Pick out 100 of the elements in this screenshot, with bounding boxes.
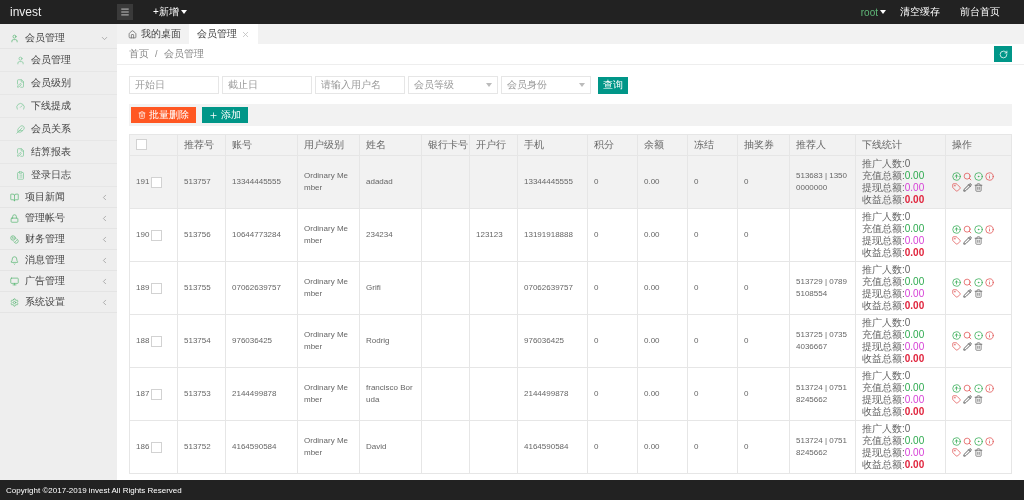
row-checkbox[interactable] [151,282,163,294]
delete-icon [974,183,983,192]
stat-line: 收益总额:0.00 [862,194,926,206]
menu-button[interactable] [117,4,133,20]
dot-circle-icon [974,331,983,340]
table-cell: 0 [594,177,599,186]
stat-line: 推广人数:0 [862,158,912,170]
edit-icon [963,448,972,457]
table-cell: 07062639757 [232,283,281,292]
search-icon [963,437,972,446]
chevron-left-icon [100,234,109,244]
trash-icon [138,111,146,119]
plus-icon [209,110,218,120]
stat-line: 收益总额:0.00 [862,300,926,312]
search-icon [963,225,972,234]
table-cell: 0.00 [644,389,660,398]
tag-icon [952,342,961,351]
stat-line: 推广人数:0 [862,264,912,276]
table-cell: 0.00 [644,442,660,451]
table-cell: 0 [594,442,599,451]
tag-icon [952,448,961,457]
table-cell: David [366,442,387,451]
search-button[interactable]: 查询 [598,76,628,94]
row-checkbox[interactable] [151,441,163,453]
table-cell: 0 [594,389,599,398]
select-all-checkbox[interactable] [136,138,147,150]
column-header: 开户行 [469,134,518,156]
table-cell: Ordinary Member [304,330,348,351]
stat-line: 提现总额:0.00 [862,182,926,194]
tag-icon [952,236,961,245]
stat-line: 充值总额:0.00 [862,170,926,182]
dot-circle-icon [974,172,983,181]
table-cell: 2144499878 [524,389,569,398]
refresh-button[interactable] [994,46,1012,62]
stat-line: 提现总额:0.00 [862,394,926,406]
info-icon [985,331,994,340]
table-cell: Ordinary Member [304,171,348,192]
chevron-left-icon [100,255,109,265]
column-header: 下线统计 [855,134,946,156]
dot-circle-icon [974,437,983,446]
dot-circle-icon [974,384,983,393]
stat-line: 充值总额:0.00 [862,329,926,341]
arrow-up-icon [952,278,961,287]
table-cell: Ordinary Member [304,383,348,404]
delete-icon [974,289,983,298]
row-checkbox[interactable] [151,176,163,188]
row-id: 191 [136,176,150,188]
column-header: 操作 [945,134,1012,156]
search-icon [963,331,972,340]
row-checkbox[interactable] [151,335,163,347]
row-checkbox[interactable] [151,388,163,400]
dot-circle-icon [974,225,983,234]
footer-text: Copyright ©2017-2019 invest All Rights Reserved [0,480,1024,500]
caret-down-icon [180,10,187,14]
new-menu[interactable]: +新增 [153,5,187,19]
header-link[interactable]: 清空缓存 [900,5,940,19]
table-cell: 13191918888 [524,230,573,239]
table-cell: Ordinary Member [304,436,348,457]
stat-line: 充值总额:0.00 [862,382,926,394]
stat-line: 推广人数:0 [862,423,912,435]
add-button[interactable]: 添加 [202,107,248,123]
info-icon [985,172,994,181]
page-tab[interactable]: 会员管理 [189,24,258,44]
edit-icon [963,183,972,192]
stat-line: 充值总额:0.00 [862,435,926,447]
delete-icon [974,236,983,245]
page-tab[interactable]: 我的桌面 [120,24,189,44]
arrow-up-icon [952,225,961,234]
table-cell: 0 [694,336,699,345]
column-header: 姓名 [359,134,422,156]
row-id: 186 [136,441,150,453]
table-cell: 513724 | 07518245662 [796,383,847,404]
row-checkbox[interactable] [151,229,163,241]
table-cell: 513753 [184,389,211,398]
breadcrumb-link[interactable]: 首页 [129,47,149,61]
table-cell: 0 [594,336,599,345]
table-cell: 513756 [184,230,211,239]
row-id: 188 [136,335,150,347]
column-header: 账号 [225,134,298,156]
table-cell: 513724 | 07518245662 [796,436,847,457]
table-cell: 0 [744,389,749,398]
column-header: 余额 [637,134,688,156]
arrow-up-icon [952,384,961,393]
table-cell: 4164590584 [524,442,569,451]
chevron-left-icon [100,213,109,223]
column-header: 用户级别 [297,134,360,156]
header-link[interactable]: 前台首页 [960,5,1000,19]
user-menu[interactable]: root [860,6,886,18]
table-cell: 0.00 [644,177,660,186]
edit-icon [963,395,972,404]
row-id: 189 [136,282,150,294]
table-cell: 0 [594,230,599,239]
caret-down-icon [486,83,492,87]
tag-icon [952,183,961,192]
delete-icon [974,342,983,351]
table-cell: 13344445555 [232,177,281,186]
table-cell: adadad [366,177,393,186]
close-icon [241,29,250,39]
table-cell: 0 [744,230,749,239]
table-cell: 0 [694,442,699,451]
